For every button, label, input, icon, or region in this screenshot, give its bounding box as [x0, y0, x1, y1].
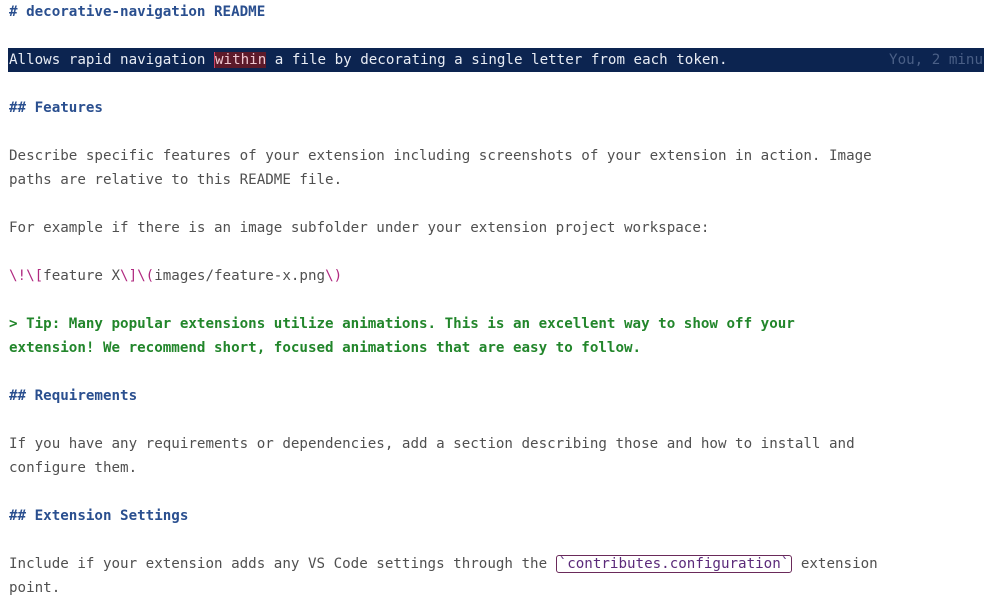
settings-paragraph-line-1: Include if your extension adds any VS Co… — [9, 552, 878, 576]
settings-text-start: Include if your extension adds any VS Co… — [9, 556, 556, 572]
requirements-paragraph-line-1: If you have any requirements or dependen… — [9, 436, 855, 452]
features-heading: ## Features — [9, 100, 103, 116]
readme-title-heading: # decorative-navigation README — [9, 4, 266, 20]
image-path-text: images/feature-x.png — [154, 268, 326, 284]
escape-sequence: \) — [325, 268, 343, 284]
description-text-end: a file by decorating a single letter fro… — [266, 52, 728, 68]
example-line: For example if there is an image subfold… — [9, 220, 710, 236]
settings-paragraph-line-2: point. — [9, 580, 61, 596]
tip-blockquote-line-1: > Tip: Many popular extensions utilize a… — [9, 316, 795, 332]
search-match-highlight: within — [214, 52, 267, 68]
features-paragraph-line-2: paths are relative to this README file. — [9, 172, 343, 188]
features-paragraph-line-1: Describe specific features of your exten… — [9, 148, 872, 164]
inline-code-span: `contributes.configuration` — [555, 555, 793, 573]
requirements-heading: ## Requirements — [9, 388, 138, 404]
selected-description-line[interactable]: Allows rapid navigation within a file by… — [8, 48, 984, 72]
description-text-start: Allows rapid navigation — [9, 52, 214, 68]
image-markdown-line: \!\[feature X\]\(images/feature-x.png\) — [9, 264, 342, 288]
image-alt-text: feature X — [43, 268, 121, 284]
tip-blockquote-line-2: extension! We recommend short, focused a… — [9, 340, 642, 356]
settings-text-end: extension — [792, 556, 878, 572]
extension-settings-heading: ## Extension Settings — [9, 508, 189, 524]
escape-sequence: \]\( — [120, 268, 155, 284]
git-blame-annotation: You, 2 minu — [889, 52, 983, 68]
escape-sequence: \!\[ — [9, 268, 44, 284]
requirements-paragraph-line-2: configure them. — [9, 460, 138, 476]
